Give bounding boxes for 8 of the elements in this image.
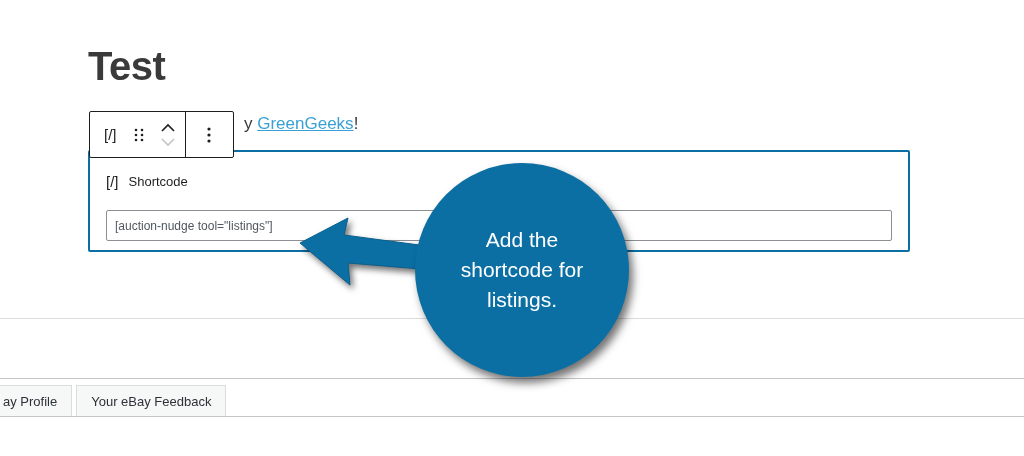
block-type-button[interactable]: [/] bbox=[90, 112, 125, 157]
tab[interactable]: ay Profile bbox=[0, 385, 73, 416]
move-up-icon[interactable] bbox=[160, 122, 175, 132]
shortcode-icon: [/] bbox=[106, 172, 119, 190]
post-title[interactable]: Test bbox=[88, 0, 910, 90]
tab[interactable]: Your eBay Feedback bbox=[76, 385, 227, 416]
block-label: Shortcode bbox=[128, 173, 188, 189]
callout-text: Add the shortcode for listings. bbox=[459, 227, 585, 313]
